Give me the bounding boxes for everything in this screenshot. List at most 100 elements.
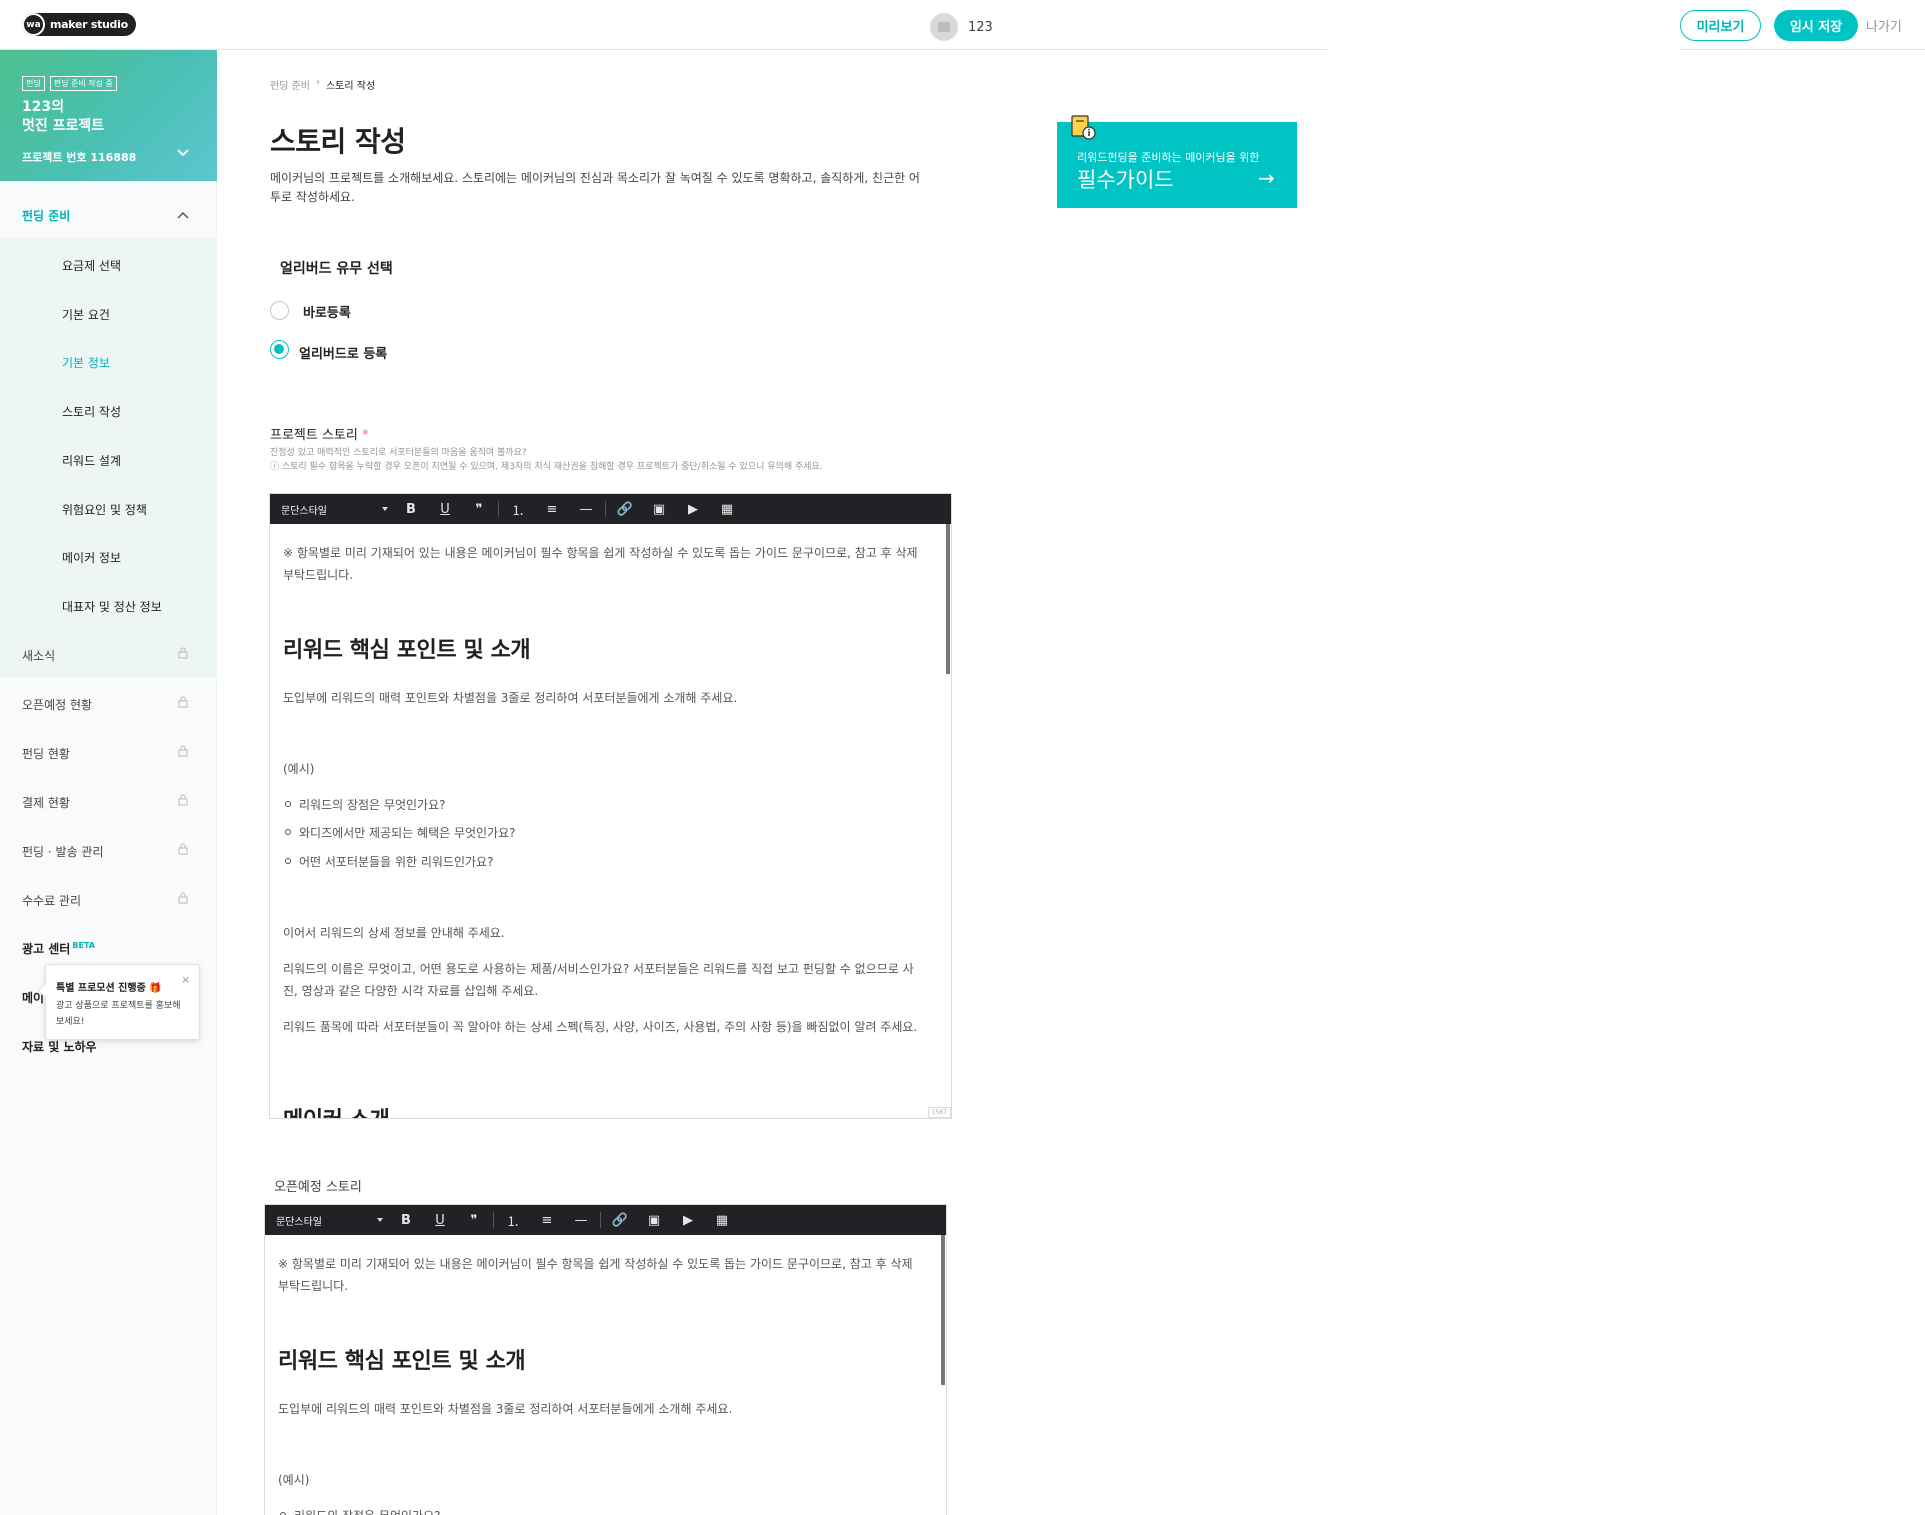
lock-icon [178, 696, 188, 708]
sidebar-item-fee-management[interactable]: 수수료 관리 [22, 892, 81, 909]
character-counter: 1567 [927, 1107, 951, 1118]
guide-book-icon [1071, 115, 1096, 140]
radio-label-direct[interactable]: 바로등록 [303, 302, 351, 321]
top-bar: wa maker studio 123 미리보기 임시 저장 나가기 [0, 0, 1925, 50]
editor-list-item: 리워드의 장점은 무엇인가요? [280, 1505, 939, 1515]
editor-paragraph: 리워드 품목에 따라 서포터분들이 꼭 알아야 하는 상세 스펙(특징, 사양,… [283, 1020, 918, 1034]
editor-scrollbar[interactable] [946, 524, 950, 674]
video-icon[interactable]: ▶ [671, 1205, 705, 1235]
editor-list-item: 와디즈에서만 제공되는 혜택은 무엇인가요? [285, 822, 944, 844]
bullet-list-icon[interactable]: ≡ [535, 494, 569, 524]
project-id-indicator: 123 [930, 13, 993, 41]
tooltip-title: 특별 프로모션 진행중 🎁 [56, 983, 162, 994]
sidebar-item-ad-center[interactable]: 광고 센터 BETA [22, 940, 95, 957]
image-icon[interactable]: ▣ [642, 494, 676, 524]
sidebar-item-funding-shipping[interactable]: 펀딩 · 발송 관리 [22, 843, 104, 860]
lock-icon [178, 647, 188, 659]
editor-notice: ※ 항목별로 미리 기재되어 있는 내용은 메이커님이 필수 항목을 쉽게 작성… [278, 1257, 913, 1293]
image-icon[interactable]: ▣ [637, 1205, 671, 1235]
quote-icon[interactable]: ❞ [457, 1205, 491, 1235]
editor-paragraph: 이어서 리워드의 상세 정보를 안내해 주세요. [283, 926, 505, 940]
lock-icon [178, 794, 188, 806]
sidebar-section-funding-prep[interactable]: 펀딩 준비 [0, 191, 217, 239]
story-label-text: 프로젝트 스토리 [270, 428, 358, 443]
quote-icon[interactable]: ❞ [462, 494, 496, 524]
breadcrumb-item[interactable]: 펀딩 준비 [270, 77, 310, 92]
bullet-list-icon[interactable]: ≡ [530, 1205, 564, 1235]
close-icon[interactable]: × [181, 973, 190, 986]
sidebar-item-representative-settlement[interactable]: 대표자 및 정산 정보 [62, 598, 162, 615]
open-story-label: 오픈예정 스토리 [274, 1180, 362, 1195]
status-badge: 펀딩 준비 작성 중 [49, 76, 117, 91]
bold-icon[interactable]: B [389, 1205, 423, 1235]
editor-paragraph: 도입부에 리워드의 매력 포인트와 차별점을 3줄로 정리하여 서포터분들에게 … [283, 691, 738, 705]
required-mark: * [362, 428, 369, 443]
ordered-list-icon[interactable]: ⒈ [496, 1205, 530, 1235]
horizontal-rule-icon[interactable]: — [569, 494, 603, 524]
tooltip-description: 광고 상품으로 프로젝트를 홍보해보세요! [56, 1001, 181, 1027]
preview-button[interactable]: 미리보기 [1680, 10, 1761, 41]
lock-icon [178, 843, 188, 855]
paragraph-style-select[interactable]: 문단스타일 [265, 1213, 389, 1228]
breadcrumb-current: 스토리 작성 [325, 81, 376, 92]
sidebar-item-payment-status[interactable]: 결제 현황 [22, 794, 70, 811]
beta-badge: BETA [72, 941, 95, 950]
editor-paragraph: 도입부에 리워드의 매력 포인트와 차별점을 3줄로 정리하여 서포터분들에게 … [278, 1402, 733, 1416]
temp-save-button[interactable]: 임시 저장 [1774, 10, 1858, 41]
page-description: 메이커님의 프로젝트를 소개해보세요. 스토리에는 메이커님의 진심과 목소리가… [270, 171, 920, 204]
toolbar-divider [600, 1212, 601, 1228]
sidebar-item-basic-requirements[interactable]: 기본 요건 [62, 306, 110, 323]
radio-early-bird-register[interactable] [270, 340, 289, 359]
sidebar-item-news[interactable]: 새소식 [22, 647, 55, 664]
essential-guide-banner[interactable]: 리워드펀딩을 준비하는 메이커님을 위한 필수가이드 → [1057, 115, 1297, 208]
sidebar: 펀딩 펀딩 준비 작성 중 123의 멋진 프로젝트 프로젝트 번호 11688… [0, 50, 217, 1515]
link-icon[interactable]: 🔗 [608, 494, 642, 524]
project-number: 프로젝트 번호 116888 [22, 151, 137, 164]
table-icon[interactable]: ▦ [705, 1205, 739, 1235]
lock-icon [178, 892, 188, 904]
sidebar-item-reward-design[interactable]: 리워드 설계 [62, 452, 121, 469]
table-icon[interactable]: ▦ [710, 494, 744, 524]
breadcrumb: 펀딩 준비 › 스토리 작성 [270, 77, 375, 92]
status-badge: 펀딩 [22, 76, 45, 91]
logo-text: maker studio [50, 18, 128, 31]
editor-toolbar: 문단스타일 B U ❞ ⒈ ≡ — 🔗 ▣ ▶ ▦ [270, 494, 951, 524]
sidebar-item-risk-policy[interactable]: 위험요인 및 정책 [62, 501, 147, 518]
guide-title: 필수가이드 [1077, 168, 1174, 192]
underline-icon[interactable]: U [423, 1205, 457, 1235]
project-id-number: 123 [968, 19, 993, 35]
sidebar-item-funding-status[interactable]: 펀딩 현황 [22, 745, 70, 762]
editor-heading-partial: 메이커 소개 [283, 1102, 390, 1118]
editor-scrollbar[interactable] [941, 1235, 945, 1385]
bold-icon[interactable]: B [394, 494, 428, 524]
project-story-editor[interactable]: 문단스타일 B U ❞ ⒈ ≡ — 🔗 ▣ ▶ ▦ ※ 항목별로 미리 기재되어… [269, 493, 952, 1119]
chevron-down-icon[interactable] [176, 146, 190, 160]
sidebar-item-basic-info[interactable]: 기본 정보 [62, 354, 110, 371]
sidebar-item-plan[interactable]: 요금제 선택 [62, 257, 121, 274]
toolbar-divider [605, 501, 606, 517]
guide-subtitle: 리워드펀딩을 준비하는 메이커님을 위한 [1077, 151, 1260, 164]
sidebar-item-open-status[interactable]: 오픈예정 현황 [22, 696, 92, 713]
editor-paragraph: (예시) [283, 762, 315, 776]
sidebar-item-maker-info[interactable]: 메이커 정보 [62, 549, 121, 566]
video-icon[interactable]: ▶ [676, 494, 710, 524]
ad-center-label: 광고 센터 [22, 942, 71, 956]
paragraph-style-select[interactable]: 문단스타일 [270, 502, 394, 517]
early-bird-title: 얼리버드 유무 선택 [280, 261, 393, 277]
radio-direct-register[interactable] [270, 301, 289, 320]
underline-icon[interactable]: U [428, 494, 462, 524]
editor-paragraph: 리워드의 이름은 무엇이고, 어떤 용도로 사용하는 제품/서비스인가요? 서포… [283, 962, 914, 998]
sidebar-item-story[interactable]: 스토리 작성 [62, 403, 121, 420]
radio-label-early-bird[interactable]: 얼리버드로 등록 [299, 343, 387, 362]
wa-logo-mark: wa [22, 13, 45, 36]
project-story-label: 프로젝트 스토리 * [270, 424, 369, 443]
horizontal-rule-icon[interactable]: — [564, 1205, 598, 1235]
open-story-editor[interactable]: 문단스타일 B U ❞ ⒈ ≡ — 🔗 ▣ ▶ ▦ ※ 항목별로 미리 기재되어… [264, 1204, 947, 1515]
maker-studio-logo[interactable]: wa maker studio [22, 13, 136, 36]
chevron-up-icon [177, 211, 189, 219]
exit-button[interactable]: 나가기 [1866, 16, 1902, 35]
project-thumbnail-icon [930, 13, 958, 41]
ordered-list-icon[interactable]: ⒈ [501, 494, 535, 524]
link-icon[interactable]: 🔗 [603, 1205, 637, 1235]
sidebar-item-resources[interactable]: 자료 및 노하우 [22, 1038, 97, 1055]
